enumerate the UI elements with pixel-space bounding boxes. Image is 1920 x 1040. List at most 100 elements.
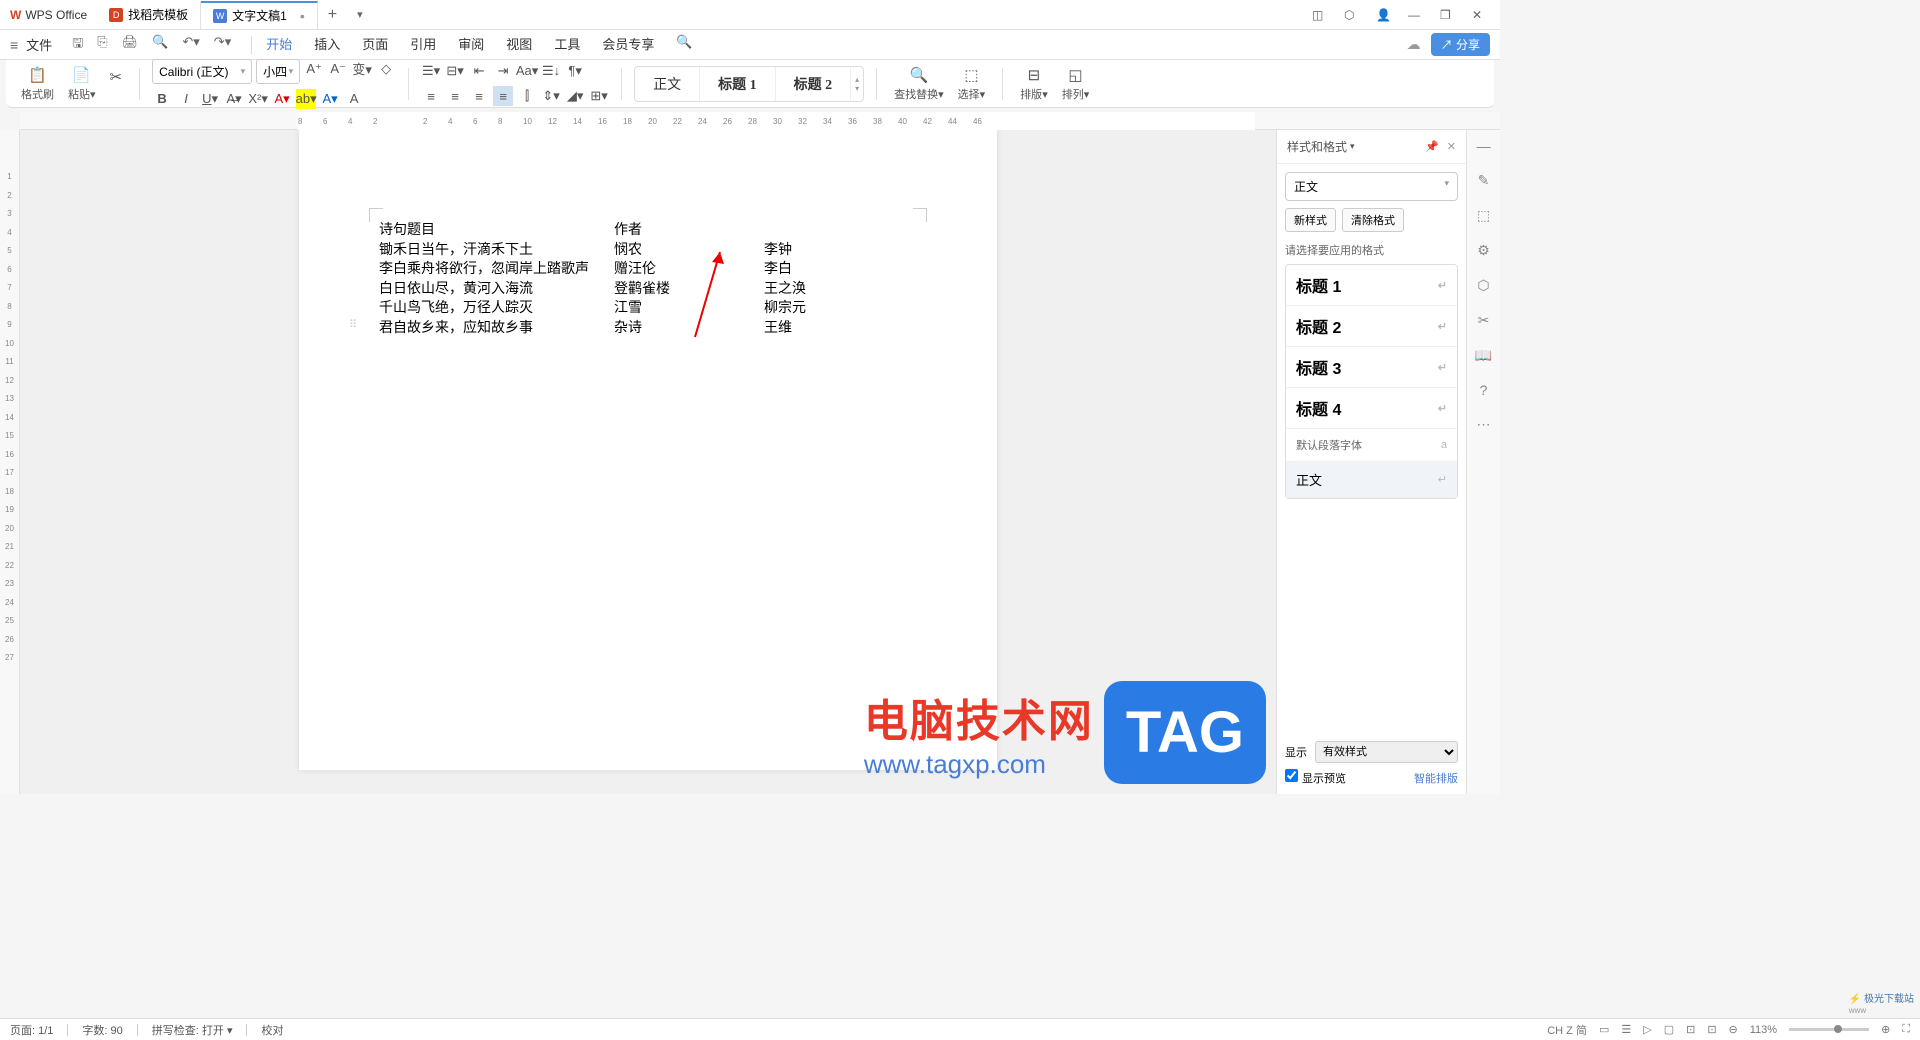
view-read-icon[interactable]: ▢: [1664, 1023, 1674, 1036]
font-color-button[interactable]: A▾: [272, 89, 292, 109]
select-button[interactable]: ⬚选择▾: [953, 64, 991, 104]
decrease-indent-button[interactable]: ⇤: [469, 61, 489, 81]
search-icon[interactable]: 🔍: [674, 28, 694, 61]
status-words[interactable]: 字数: 90: [82, 1022, 122, 1038]
align-justify-button[interactable]: ≡: [493, 86, 513, 106]
italic-button[interactable]: I: [176, 89, 196, 109]
tab-add-button[interactable]: +: [318, 6, 347, 24]
status-page[interactable]: 页面: 1/1: [10, 1022, 53, 1038]
distribute-button[interactable]: ⫿: [517, 86, 537, 106]
tab-insert[interactable]: 插入: [312, 28, 342, 61]
strike-button[interactable]: A̶▾: [224, 89, 244, 109]
cell[interactable]: 李钟: [764, 240, 844, 260]
export-icon[interactable]: ⎘: [97, 34, 107, 56]
zoom-value[interactable]: 113%: [1750, 1024, 1777, 1036]
phonetic-icon[interactable]: 变▾: [352, 59, 372, 79]
para-mark-button[interactable]: ¶▾: [565, 61, 585, 81]
view-web-icon[interactable]: ▷: [1643, 1023, 1651, 1036]
cell[interactable]: 白日依山尽，黄河入海流: [379, 279, 614, 299]
numbering-button[interactable]: ⊟▾: [445, 61, 465, 81]
bullets-button[interactable]: ☰▾: [421, 61, 441, 81]
cell[interactable]: 锄禾日当午，汗滴禾下土: [379, 240, 614, 260]
minimize-button[interactable]: —: [1408, 8, 1422, 22]
size-select[interactable]: 小四▾: [256, 59, 300, 84]
current-style-select[interactable]: 正文▾: [1285, 172, 1458, 201]
char-border-button[interactable]: A: [344, 89, 364, 109]
smart-layout-link[interactable]: 智能排版: [1414, 770, 1458, 786]
cell[interactable]: 杂诗: [614, 318, 764, 338]
tools-rail-icon[interactable]: ✂: [1478, 312, 1490, 329]
arrange-button[interactable]: ◱排列▾: [1057, 64, 1095, 104]
cell[interactable]: 君自故乡来，应知故乡事: [379, 318, 614, 338]
find-replace-button[interactable]: 🔍查找替换▾: [889, 64, 949, 104]
tab-page[interactable]: 页面: [360, 28, 390, 61]
share-button[interactable]: ↗ 分享: [1431, 33, 1490, 56]
cell[interactable]: 赠汪伦: [614, 259, 764, 279]
cell[interactable]: 柳宗元: [764, 298, 844, 318]
preview-icon[interactable]: 🔍: [152, 34, 168, 56]
view-outline-icon[interactable]: ☰: [1621, 1023, 1631, 1036]
layout-icon[interactable]: ◫: [1312, 8, 1326, 22]
style-h1[interactable]: 标题 1: [700, 67, 776, 101]
fill-button[interactable]: ◢▾: [565, 86, 585, 106]
cell[interactable]: [764, 220, 844, 240]
zoom-in-button[interactable]: ⊕: [1881, 1023, 1890, 1036]
row-handle-icon[interactable]: ⠿: [349, 318, 357, 333]
shading-button[interactable]: A▾: [320, 89, 340, 109]
collapse-icon[interactable]: —: [1477, 138, 1491, 154]
pencil-icon[interactable]: ✎: [1478, 172, 1490, 189]
tab-home[interactable]: 开始: [264, 28, 294, 61]
cell[interactable]: 王维: [764, 318, 844, 338]
cloud-rail-icon[interactable]: ⬡: [1477, 277, 1489, 294]
maximize-button[interactable]: ❐: [1440, 8, 1454, 22]
style-list-item[interactable]: 标题 4↵: [1286, 388, 1457, 429]
more-icon[interactable]: ⋯: [1477, 416, 1491, 433]
align-center-button[interactable]: ≡: [445, 86, 465, 106]
font-select[interactable]: Calibri (正文)▾: [152, 59, 252, 84]
view-focus-icon[interactable]: ⊡: [1686, 1023, 1695, 1036]
file-menu[interactable]: 文件: [26, 35, 62, 54]
tab-tools[interactable]: 工具: [552, 28, 582, 61]
case-button[interactable]: Aa▾: [517, 61, 537, 81]
increase-font-icon[interactable]: A⁺: [304, 59, 324, 79]
status-proof[interactable]: 校对: [261, 1022, 283, 1038]
close-button[interactable]: ✕: [1472, 8, 1486, 22]
format-painter-button[interactable]: 📋格式刷: [16, 64, 59, 104]
paste-button[interactable]: 📄粘贴▾: [63, 64, 101, 104]
clear-format-icon[interactable]: ◇: [376, 59, 396, 79]
hamburger-icon[interactable]: ≡: [10, 37, 24, 53]
table-row[interactable]: 诗句题目作者: [379, 220, 917, 240]
cell[interactable]: 王之涣: [764, 279, 844, 299]
zoom-out-button[interactable]: ⊖: [1729, 1023, 1738, 1036]
line-spacing-button[interactable]: ⇕▾: [541, 86, 561, 106]
user-icon[interactable]: 👤: [1376, 8, 1390, 22]
cell[interactable]: 千山鸟飞绝，万径人踪灭: [379, 298, 614, 318]
tab-view[interactable]: 视图: [504, 28, 534, 61]
cell[interactable]: 登鹳雀楼: [614, 279, 764, 299]
table-row[interactable]: 白日依山尽，黄河入海流登鹳雀楼王之涣: [379, 279, 917, 299]
book-icon[interactable]: 📖: [1475, 347, 1492, 364]
table-row[interactable]: 李白乘舟将欲行，忽闻岸上踏歌声赠汪伦李白: [379, 259, 917, 279]
selection-icon[interactable]: ⬚: [1477, 207, 1490, 224]
style-h2[interactable]: 标题 2: [776, 67, 852, 101]
style-list-item[interactable]: 标题 3↵: [1286, 347, 1457, 388]
increase-indent-button[interactable]: ⇥: [493, 61, 513, 81]
gallery-expand-icon[interactable]: ▴▾: [851, 75, 863, 93]
page[interactable]: 诗句题目作者锄禾日当午，汗滴禾下土悯农李钟李白乘舟将欲行，忽闻岸上踏歌声赠汪伦李…: [299, 130, 997, 770]
border-button[interactable]: ⊞▾: [589, 86, 609, 106]
fullscreen-icon[interactable]: ⛶: [1902, 1023, 1910, 1036]
tab-document[interactable]: W 文字文稿1 •: [201, 1, 318, 29]
view-page-icon[interactable]: ▭: [1599, 1023, 1609, 1036]
panel-close-icon[interactable]: ✕: [1447, 140, 1456, 153]
table-row[interactable]: ⠿君自故乡来，应知故乡事杂诗王维: [379, 318, 917, 338]
style-list-item[interactable]: 标题 1↵: [1286, 265, 1457, 306]
save-icon[interactable]: 🖫: [72, 34, 83, 56]
cell[interactable]: 作者: [614, 220, 764, 240]
tab-menu-button[interactable]: ▾: [347, 8, 373, 21]
tab-review[interactable]: 审阅: [456, 28, 486, 61]
style-list-item[interactable]: 正文↵: [1286, 462, 1457, 498]
cell[interactable]: 李白乘舟将欲行，忽闻岸上踏歌声: [379, 259, 614, 279]
superscript-button[interactable]: X²▾: [248, 89, 268, 109]
zoom-slider[interactable]: [1789, 1028, 1869, 1031]
status-ime[interactable]: CH Z 简: [1547, 1022, 1587, 1038]
